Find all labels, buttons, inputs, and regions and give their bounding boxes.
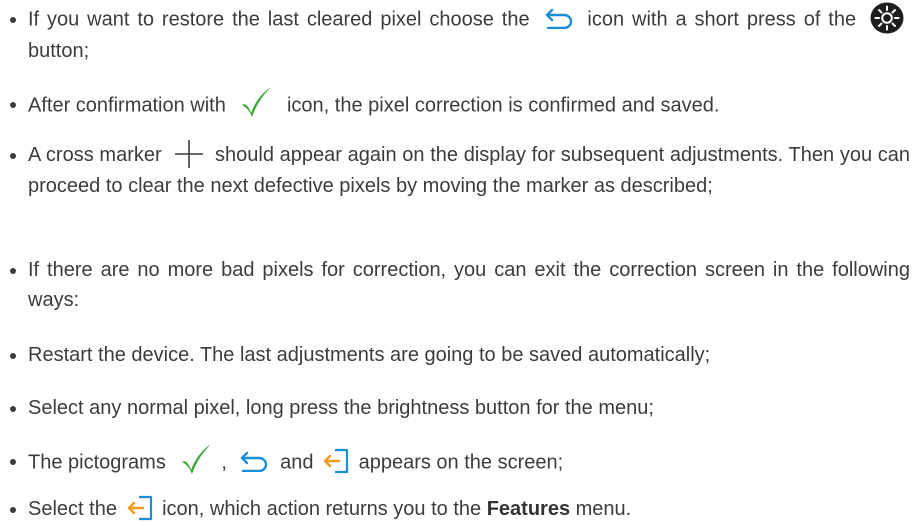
bullet-text: icon with a short press of the [587,8,857,31]
bullet-text: Select the [28,498,117,520]
checkmark-icon [239,85,273,119]
bullet-text: Restart the device. The last adjustments… [28,344,711,366]
bullet-text: , [221,451,227,474]
features-menu-name: Features [486,498,571,520]
bullet-text: A cross marker [28,144,162,166]
bullet-text: menu. [575,498,632,520]
list-item: After confirmation with icon, the pixel … [10,87,910,123]
list-item: If there are no more bad pixels for corr… [10,255,910,315]
brightness-button-icon [870,2,904,34]
list-item: Select the icon, which action returns yo… [10,494,910,524]
exit-icon [127,495,153,521]
bullet-text: If there are no more bad pixels for corr… [28,259,910,311]
list-item: Restart the device. The last adjustments… [10,340,910,370]
undo-arrow-icon [544,7,574,29]
undo-arrow-icon [239,450,269,472]
list-item: If you want to restore the last cleared … [10,2,910,66]
bullet-text: icon, the pixel correction is confirmed … [286,94,720,117]
bullet-text: appears on the screen; [358,451,564,474]
list-item: The pictograms , and appears on the scre… [10,444,910,480]
bullet-text: and [280,451,314,474]
bullet-text: The pictograms [28,451,166,474]
bullet-text: icon, which action returns you to the [162,498,482,520]
bullet-text: If you want to restore the last cleared … [28,8,530,31]
checkmark-icon [179,442,213,476]
exit-icon [323,448,349,474]
cross-marker-icon [173,139,205,169]
list-item: A cross marker should appear again on th… [10,139,910,201]
bullet-text: After confirmation with [28,94,226,117]
bullet-text: button; [28,40,90,62]
list-item: Select any normal pixel, long press the … [10,393,910,423]
bullet-text: Select any normal pixel, long press the … [28,397,654,419]
